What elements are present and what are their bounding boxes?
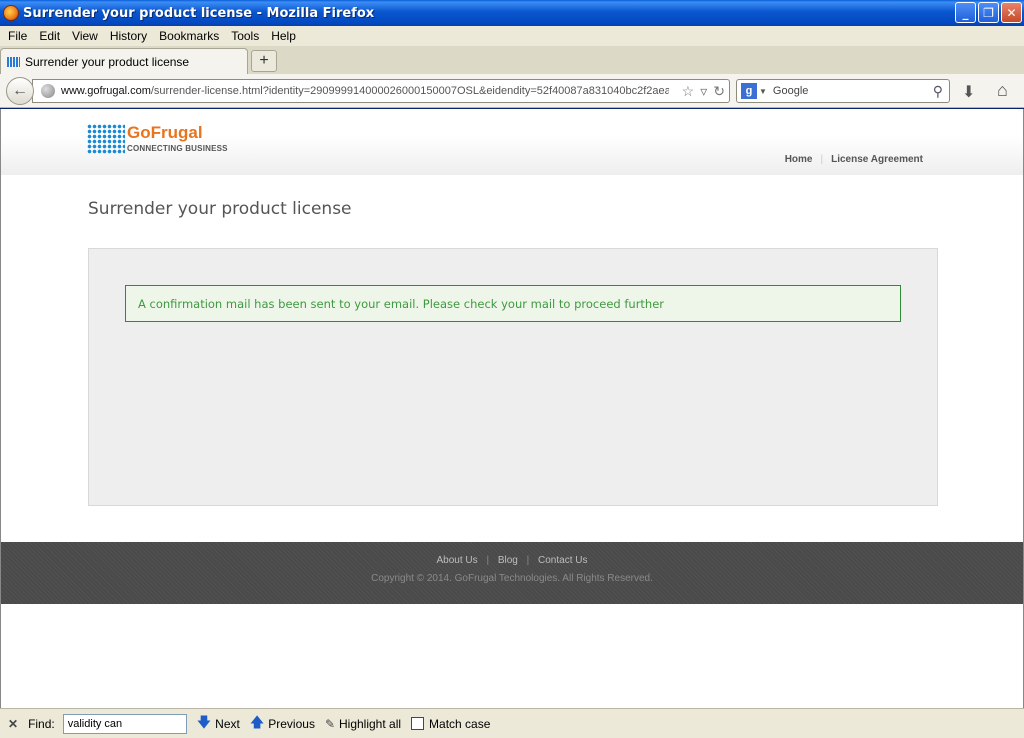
- window-controls: _ ❐ ✕: [955, 2, 1022, 23]
- menu-bookmarks[interactable]: Bookmarks: [153, 29, 225, 43]
- window-title: Surrender your product license - Mozilla…: [23, 5, 375, 21]
- checkbox-icon: [411, 717, 425, 730]
- search-bar[interactable]: g ▼ Google ⚲: [736, 79, 950, 103]
- url-actions: ☆ ▿ ↻: [682, 83, 725, 100]
- home-icon[interactable]: ⌂: [997, 80, 1008, 101]
- search-placeholder: Google: [772, 85, 809, 97]
- footer-contact-link[interactable]: Contact Us: [538, 555, 587, 566]
- google-engine-icon[interactable]: g: [741, 83, 757, 99]
- match-case-checkbox[interactable]: Match case: [411, 717, 490, 731]
- back-arrow-icon: ←: [12, 82, 28, 99]
- nav-separator: |: [820, 154, 824, 165]
- menu-view[interactable]: View: [66, 29, 104, 43]
- maximize-button[interactable]: ❐: [978, 2, 999, 23]
- logo-tagline: CONNECTING BUSINESS: [127, 144, 228, 153]
- nav-home-link[interactable]: Home: [785, 154, 813, 165]
- back-button[interactable]: ←: [6, 77, 34, 105]
- find-bar: ✕ Find: 🡇 Next 🡅 Previous ✎ Highlight al…: [0, 708, 1024, 738]
- highlighter-icon: ✎: [324, 716, 335, 731]
- engine-dropdown-icon[interactable]: ▼: [759, 87, 767, 96]
- menu-help[interactable]: Help: [265, 29, 302, 43]
- download-icon[interactable]: ⬇: [962, 82, 975, 102]
- arrow-up-icon: 🡅: [249, 713, 265, 730]
- globe-icon: [41, 84, 55, 98]
- tab-strip: Surrender your product license +: [0, 46, 1024, 74]
- url-text[interactable]: www.gofrugal.com/surrender-license.html?…: [61, 85, 669, 97]
- logo-name: GoFrugal: [127, 123, 203, 142]
- find-input[interactable]: [62, 713, 187, 734]
- new-tab-button[interactable]: +: [251, 50, 277, 72]
- menu-history[interactable]: History: [104, 29, 153, 43]
- favicon-icon: [7, 56, 20, 67]
- footer-links: About Us | Blog | Contact Us: [1, 555, 1023, 566]
- menu-edit[interactable]: Edit: [33, 29, 66, 43]
- top-navigation: Home | License Agreement: [785, 154, 923, 165]
- url-bar[interactable]: www.gofrugal.com/surrender-license.html?…: [32, 79, 730, 103]
- logo-dots-icon: [87, 124, 125, 154]
- match-case-label: Match case: [429, 716, 491, 731]
- alert-message: A confirmation mail has been sent to you…: [138, 296, 665, 311]
- highlight-all-label: Highlight all: [339, 716, 402, 731]
- nav-license-agreement-link[interactable]: License Agreement: [831, 154, 923, 165]
- search-icon[interactable]: ⚲: [933, 83, 943, 100]
- navigation-bar: www.gofrugal.com/surrender-license.html?…: [0, 74, 1024, 108]
- dropdown-arrow-icon[interactable]: ▿: [700, 83, 707, 100]
- highlight-all-button[interactable]: ✎ Highlight all: [325, 717, 401, 731]
- close-find-bar-icon[interactable]: ✕: [8, 717, 18, 731]
- footer-separator: |: [486, 555, 490, 566]
- tab-label: Surrender your product license: [25, 54, 190, 69]
- menu-bar: File Edit View History Bookmarks Tools H…: [0, 26, 1024, 46]
- site-footer: About Us | Blog | Contact Us Copyright ©…: [1, 542, 1023, 604]
- menu-file[interactable]: File: [2, 29, 33, 43]
- page-viewport: GoFrugal CONNECTING BUSINESS Home | Lice…: [0, 109, 1024, 708]
- window-titlebar: Surrender your product license - Mozilla…: [0, 0, 1024, 26]
- find-previous-label: Previous: [268, 716, 315, 731]
- site-header: GoFrugal CONNECTING BUSINESS Home | Lice…: [1, 109, 1023, 175]
- copyright-text: Copyright © 2014. GoFrugal Technologies.…: [371, 573, 653, 584]
- menu-tools[interactable]: Tools: [225, 29, 265, 43]
- page-title: Surrender your product license: [88, 199, 352, 219]
- find-previous-button[interactable]: 🡅 Previous: [250, 712, 315, 736]
- close-button[interactable]: ✕: [1001, 2, 1022, 23]
- footer-blog-link[interactable]: Blog: [498, 555, 518, 566]
- bookmark-star-icon[interactable]: ☆: [682, 83, 695, 100]
- footer-separator: |: [526, 555, 530, 566]
- gofrugal-logo[interactable]: GoFrugal CONNECTING BUSINESS: [87, 124, 228, 154]
- tab-surrender-license[interactable]: Surrender your product license: [0, 48, 248, 74]
- firefox-icon: [3, 5, 19, 21]
- find-next-button[interactable]: 🡇 Next: [197, 712, 240, 736]
- minimize-button[interactable]: _: [955, 2, 976, 23]
- content-panel: A confirmation mail has been sent to you…: [88, 248, 938, 506]
- footer-about-link[interactable]: About Us: [437, 555, 478, 566]
- arrow-down-icon: 🡇: [196, 713, 212, 730]
- confirmation-alert: A confirmation mail has been sent to you…: [125, 285, 901, 322]
- reload-icon[interactable]: ↻: [713, 83, 725, 100]
- find-label: Find:: [28, 716, 55, 731]
- find-next-label: Next: [215, 716, 240, 731]
